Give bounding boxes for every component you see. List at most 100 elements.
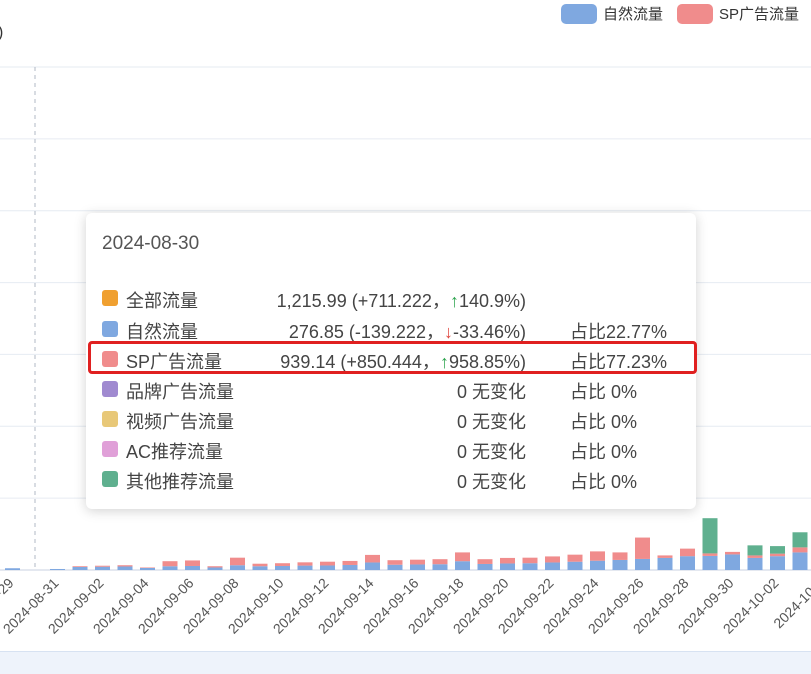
bar-2024-09-08[interactable]: [230, 565, 245, 570]
bar-2024-09-29[interactable]: [702, 553, 718, 556]
bar-2024-09-02[interactable]: [95, 565, 110, 567]
bar-2024-09-18[interactable]: [455, 552, 470, 562]
bar-2024-08-29[interactable]: [5, 568, 20, 570]
tooltip-share: 占比 0%: [570, 442, 638, 462]
legend-label-sp: SP广告流量: [718, 6, 799, 23]
tooltip-share: 占比 0%: [570, 412, 638, 432]
legend-label-natural: 自然流量: [602, 6, 663, 23]
bar-2024-09-13[interactable]: [342, 564, 358, 570]
bar-2024-09-30[interactable]: [725, 551, 740, 555]
legend-swatch-sp: [676, 3, 713, 24]
bar-2024-10-02[interactable]: [770, 553, 785, 557]
bar-2024-09-14[interactable]: [365, 562, 380, 570]
bar-2024-09-26[interactable]: [635, 558, 650, 570]
bar-2024-09-11[interactable]: [297, 565, 313, 570]
bar-2024-09-20[interactable]: [500, 563, 515, 570]
bar-2024-09-16[interactable]: [410, 564, 425, 570]
bar-2024-09-23[interactable]: [567, 554, 583, 562]
bar-2024-10-01[interactable]: [747, 545, 763, 556]
bar-2024-09-21[interactable]: [522, 563, 538, 570]
bar-2024-09-25[interactable]: [612, 552, 628, 560]
tooltip-row: 视频广告流量 0 无变化 占比 0%: [102, 406, 682, 434]
bar-2024-09-19[interactable]: [477, 563, 493, 570]
bar-2024-10-01[interactable]: [747, 555, 763, 558]
tooltip-value-text: 0 无变化: [456, 412, 526, 432]
tooltip-value: 0 无变化: [457, 438, 526, 464]
bar-2024-09-26[interactable]: [635, 537, 650, 559]
bar-2024-09-20[interactable]: [500, 557, 515, 564]
tooltip-value-text: 0 无变化: [456, 442, 526, 462]
tooltip-series-name: 全部流量: [126, 291, 198, 311]
bar-2024-09-27[interactable]: [657, 555, 673, 558]
tooltip-value-text: 0 无变化: [456, 472, 526, 492]
tooltip-series-name: 其他推荐流量: [126, 472, 234, 492]
bar-2024-09-18[interactable]: [455, 561, 470, 570]
datazoom-slider[interactable]: [0, 651, 811, 674]
bar-2024-09-30[interactable]: [725, 554, 740, 570]
bar-2024-09-15[interactable]: [387, 560, 403, 565]
bar-2024-09-29[interactable]: [702, 518, 718, 554]
bar-2024-09-09[interactable]: [252, 566, 268, 570]
tooltip-change-pct: 140.9%): [458, 291, 526, 311]
bar-2024-09-12[interactable]: [320, 565, 335, 570]
bar-2024-09-07[interactable]: [207, 567, 223, 570]
bar-2024-09-17[interactable]: [432, 564, 448, 570]
bar-2024-09-28[interactable]: [680, 556, 695, 570]
bar-2024-09-07[interactable]: [207, 566, 223, 568]
bar-2024-09-05[interactable]: [162, 566, 178, 570]
bar-2024-09-12[interactable]: [320, 561, 335, 566]
bar-2024-09-24[interactable]: [590, 551, 605, 561]
bar-2024-09-21[interactable]: [522, 557, 538, 564]
bar-2024-09-02[interactable]: [95, 566, 110, 570]
bar-2024-09-01[interactable]: [72, 566, 88, 570]
bar-2024-09-04[interactable]: [140, 567, 155, 568]
bar-2024-10-01[interactable]: [747, 557, 763, 570]
bar-2024-09-22[interactable]: [545, 562, 560, 570]
bar-2024-09-01[interactable]: [72, 566, 88, 567]
bar-2024-09-19[interactable]: [477, 559, 493, 564]
x-axis: 2024-08-292024-08-312024-09-022024-09-04…: [0, 575, 811, 637]
legend-item-natural[interactable]: 自然流量: [560, 3, 663, 24]
bar-2024-10-02[interactable]: [770, 546, 785, 554]
arrow-up-icon: ↑: [449, 291, 459, 311]
bar-2024-09-09[interactable]: [252, 563, 268, 567]
bar-2024-09-03[interactable]: [117, 566, 133, 570]
tooltip-series-name: 品牌广告流量: [126, 382, 234, 402]
bar-2024-09-17[interactable]: [432, 559, 448, 565]
bar-2024-09-10[interactable]: [275, 563, 290, 566]
bar-2024-09-23[interactable]: [567, 561, 583, 570]
bar-2024-09-06[interactable]: [185, 565, 200, 570]
bar-2024-09-05[interactable]: [162, 561, 178, 567]
tooltip-share: 占比 0%: [570, 382, 638, 402]
tooltip-swatch: [102, 290, 118, 306]
bar-2024-10-03[interactable]: [792, 532, 808, 548]
bar-2024-09-10[interactable]: [275, 565, 290, 570]
bar-2024-09-28[interactable]: [680, 548, 695, 557]
bar-2024-09-25[interactable]: [612, 559, 628, 570]
bar-2024-10-02[interactable]: [770, 556, 785, 570]
tooltip-row: 自然流量 276.85 (-139.222，↓-33.46%) 占比22.77%: [102, 316, 682, 344]
bar-2024-10-03[interactable]: [792, 552, 808, 570]
tooltip-swatch: [102, 411, 118, 427]
tooltip-row: AC推荐流量 0 无变化 占比 0%: [102, 436, 682, 464]
bar-2024-09-11[interactable]: [297, 562, 313, 566]
tooltip-row: 全部流量 1,215.99 (+711.222，↑140.9%): [102, 285, 682, 313]
bar-2024-09-24[interactable]: [590, 560, 605, 570]
bar-2024-10-03[interactable]: [792, 547, 808, 553]
bar-2024-09-03[interactable]: [117, 565, 133, 567]
bar-2024-08-31[interactable]: [50, 568, 65, 570]
bar-2024-09-06[interactable]: [185, 560, 200, 566]
legend-item-sp[interactable]: SP广告流量: [676, 3, 799, 24]
bar-2024-09-16[interactable]: [410, 559, 425, 565]
bar-2024-09-22[interactable]: [545, 556, 560, 563]
legend-swatch-natural: [560, 3, 597, 24]
bar-2024-09-29[interactable]: [702, 555, 718, 570]
bar-2024-09-13[interactable]: [342, 560, 358, 565]
bar-2024-09-04[interactable]: [140, 567, 155, 570]
bar-2024-09-15[interactable]: [387, 564, 403, 570]
bar-2024-09-27[interactable]: [657, 557, 673, 570]
bar-2024-09-08[interactable]: [230, 557, 245, 566]
tooltip-series-name: AC推荐流量: [126, 442, 224, 462]
bar-2024-09-14[interactable]: [365, 554, 380, 563]
tooltip-value-text: 1,215.99 (+711.222，: [276, 291, 450, 311]
